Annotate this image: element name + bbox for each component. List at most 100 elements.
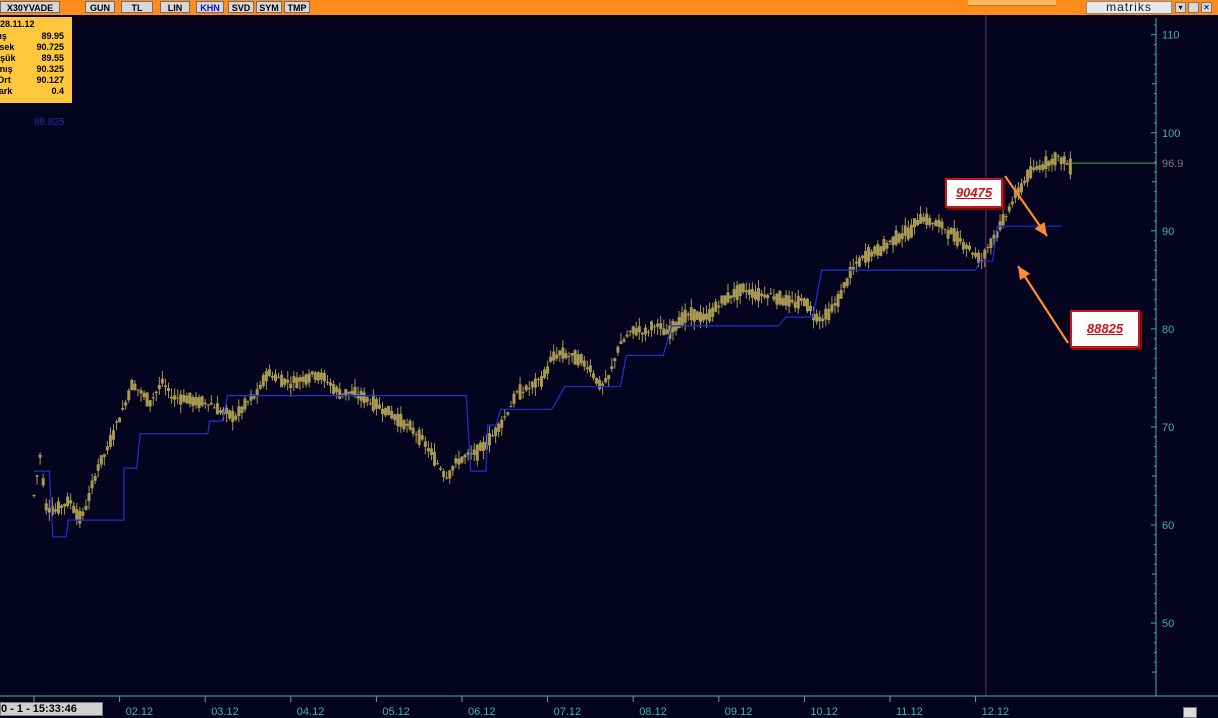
candle-body: [209, 403, 213, 405]
candle-body: [928, 217, 932, 226]
candle-body: [741, 283, 745, 292]
candle-body: [705, 313, 709, 320]
candle-body: [1068, 158, 1072, 175]
candle-body: [145, 392, 149, 407]
candle-body: [335, 386, 339, 393]
date-tick-label: 05.12: [382, 706, 410, 718]
info-label: Fark: [0, 86, 13, 96]
candle-body: [84, 505, 88, 510]
candlestick-chart[interactable]: 506070809010011096.9 01.1202.1203.1204.1…: [0, 0, 1218, 718]
plot-area: [0, 15, 1218, 718]
candle-body: [546, 366, 550, 374]
candle-body: [601, 383, 605, 386]
candle-body: [167, 388, 171, 391]
candle-body: [105, 446, 109, 451]
ohlc-info-box: 28.11.12 Açılış 89.95 Yüksek 90.725 Düşük 89.…: [0, 17, 72, 103]
candle-body: [775, 293, 779, 305]
candle-body: [283, 378, 287, 385]
candle-body: [848, 266, 852, 278]
candle-body: [316, 372, 320, 381]
candle-body: [399, 414, 403, 427]
candle-body: [702, 313, 706, 321]
candle-body: [897, 233, 901, 243]
candle-body: [267, 369, 271, 377]
toolbar-button-khn[interactable]: KHN: [196, 1, 224, 13]
candle-body: [32, 495, 36, 497]
candle-body: [408, 420, 412, 430]
candle-body: [1026, 170, 1030, 182]
candle-body: [44, 503, 48, 511]
candle-body: [867, 247, 871, 262]
candle-body: [634, 328, 638, 336]
candle-body: [237, 406, 241, 416]
candle-body: [274, 374, 278, 381]
candle-body: [405, 423, 409, 426]
candle-body: [350, 390, 354, 395]
candle-body: [1032, 167, 1036, 171]
toolbar-button-tl[interactable]: TL: [121, 1, 153, 13]
candle-body: [515, 391, 519, 393]
candle-body: [882, 239, 886, 251]
candle-body: [533, 378, 537, 388]
info-value: 89.55: [41, 53, 64, 63]
candle-body: [683, 309, 687, 323]
candle-body: [640, 332, 644, 335]
price-tick-label: 50: [1162, 618, 1174, 630]
candle-body: [56, 501, 60, 514]
candle-body: [772, 296, 776, 300]
info-value: 90.725: [36, 42, 64, 52]
candle-body: [420, 435, 424, 440]
candle-body: [922, 216, 926, 222]
candle-body: [1062, 156, 1066, 164]
candle-body: [432, 451, 436, 466]
candle-body: [854, 261, 858, 264]
candle-body: [338, 389, 342, 399]
toolbar-button-sym[interactable]: SYM: [256, 1, 282, 13]
toolbar-button-svd[interactable]: SVD: [228, 1, 254, 13]
candle-body: [909, 224, 913, 238]
candle-body: [197, 397, 201, 409]
candle-body: [154, 391, 158, 394]
candle-body: [1010, 201, 1014, 205]
toolbar-button-tmp[interactable]: TMP: [284, 1, 310, 13]
close-icon[interactable]: ✕: [1201, 2, 1212, 13]
candle-body: [946, 230, 950, 239]
candle-body: [99, 455, 103, 465]
restore-icon[interactable]: [1188, 2, 1199, 13]
price-tick-label: 110: [1162, 30, 1180, 42]
date-tick-label: 03.12: [211, 706, 239, 718]
info-value: 89.95: [41, 31, 64, 41]
candle-body: [38, 454, 42, 458]
candle-body: [124, 402, 128, 406]
candle-body: [711, 307, 715, 317]
toolbar-button-gun[interactable]: GUN: [85, 1, 115, 13]
toolbar-button-lin[interactable]: LIN: [160, 1, 190, 13]
candle-body: [653, 326, 657, 328]
candle-body: [280, 374, 284, 388]
candle-body: [179, 394, 183, 405]
symbol-box[interactable]: X30YVADE: [0, 1, 60, 13]
candle-body: [940, 221, 944, 229]
candle-body: [396, 413, 400, 427]
candle-body: [769, 293, 773, 295]
candle-body: [662, 328, 666, 336]
candle-body: [454, 458, 458, 464]
candle-body: [876, 243, 880, 256]
candle-body: [188, 392, 192, 405]
candle-body: [53, 509, 57, 512]
candle-body: [387, 406, 391, 416]
candle-body: [332, 384, 336, 394]
info-label: Ağ.Ort: [0, 75, 11, 85]
candle-body: [157, 384, 161, 390]
candle-body: [325, 381, 329, 384]
candle-body: [151, 397, 155, 399]
candle-body: [194, 397, 198, 406]
minimize-icon[interactable]: ▾: [1175, 2, 1186, 13]
corner-icon[interactable]: [1183, 707, 1197, 718]
candle-body: [579, 354, 583, 364]
candle-body: [436, 463, 440, 465]
candle-body: [377, 404, 381, 409]
candle-body: [961, 242, 965, 250]
candle-body: [243, 398, 247, 410]
price-tick-label: 60: [1162, 520, 1174, 532]
